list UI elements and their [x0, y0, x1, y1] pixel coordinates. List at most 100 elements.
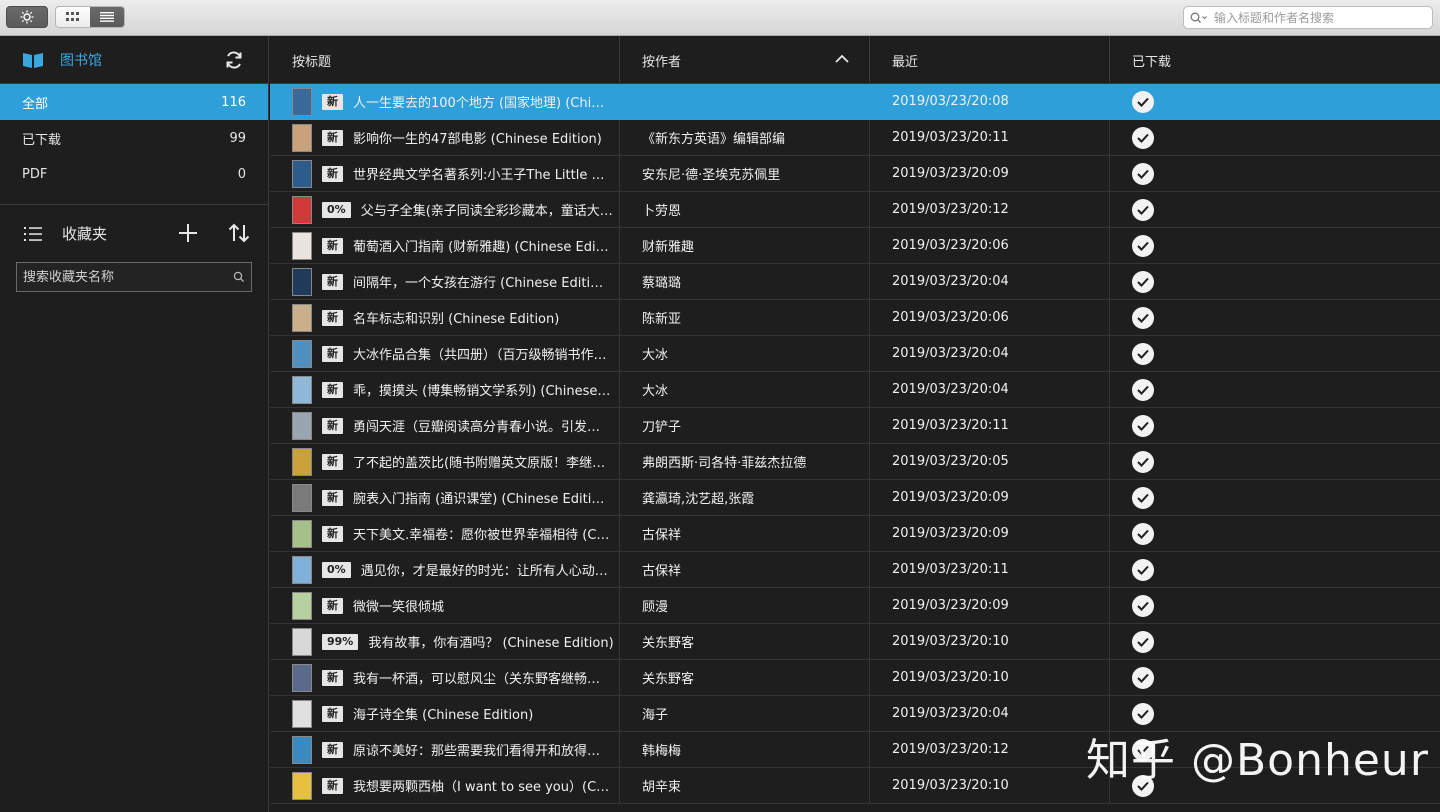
table-row[interactable]: 新人一生要去的100个地方 (国家地理) (Chinese Edition) 20… [270, 83, 1440, 120]
book-cover [292, 519, 312, 548]
title-cell: 0% 父与子全集(亲子同读全彩珍藏本，童话大王郑渊洁推荐) [270, 191, 620, 228]
book-icon [23, 52, 43, 68]
book-cover [292, 771, 312, 800]
recent-cell: 2019/03/23/20:08 [870, 83, 1110, 120]
book-title: 天下美文.幸福卷：愿你被世界幸福相待 (Chinese Edition) [353, 528, 611, 543]
book-title: 勇闯天涯（豆瓣阅读高分青春小说。引发热议） [353, 420, 611, 435]
sort-by-recent-header[interactable]: 最近 [870, 36, 1110, 84]
grid-view-button[interactable] [56, 7, 90, 27]
downloaded-cell [1110, 228, 1440, 264]
title-cell: 新乖，摸摸头 (博集畅销文学系列) (Chinese Edition) [270, 371, 620, 408]
add-collection-button[interactable] [178, 223, 198, 247]
table-row[interactable]: 0% 父与子全集(亲子同读全彩珍藏本，童话大王郑渊洁推荐) 卜劳恩 2019/03/2… [270, 191, 1440, 228]
table-row[interactable]: 新天下美文.幸福卷：愿你被世界幸福相待 (Chinese Edition) 古保祥… [270, 515, 1440, 552]
book-date: 2019/03/23/20:11 [892, 562, 1009, 577]
book-cover [292, 231, 312, 260]
author-cell: 《新东方英语》编辑部编 [620, 119, 870, 156]
book-author: 龚瀛琦,沈艺超,张霞 [642, 492, 755, 507]
downloaded-check-icon [1132, 198, 1154, 221]
book-cover [292, 159, 312, 188]
book-date: 2019/03/23/20:11 [892, 418, 1009, 433]
title-cell: 新人一生要去的100个地方 (国家地理) (Chinese Edition) [270, 83, 620, 120]
sidebar-item-pdf[interactable]: PDF 0 [0, 156, 268, 192]
book-title: 我想要两颗西柚（I want to see you）(Chinese Editi… [353, 780, 611, 795]
sort-by-author-header[interactable]: 按作者 [620, 36, 870, 84]
collections-title: 收藏夹 [62, 225, 108, 243]
downloaded-cell [1110, 300, 1440, 336]
downloaded-cell [1110, 192, 1440, 228]
refresh-icon [226, 51, 242, 69]
downloaded-cell [1110, 588, 1440, 624]
list-icon [24, 226, 42, 241]
author-cell: 顾漫 [620, 587, 870, 624]
status-badge: 新 [322, 129, 343, 146]
book-date: 2019/03/23/20:04 [892, 274, 1009, 289]
search-icon [1190, 12, 1207, 23]
sort-collections-button[interactable] [228, 223, 250, 247]
sidebar: 图书馆 全部 116 已下载 99 PDF 0 收藏夹 [0, 36, 269, 812]
author-cell: 弗朗西斯·司各特·菲兹杰拉德 [620, 443, 870, 480]
downloaded-check-icon [1132, 702, 1154, 725]
book-author: 胡辛束 [642, 780, 682, 795]
list-view-button[interactable] [90, 7, 124, 27]
book-title: 微微一笑很倾城 [353, 600, 445, 615]
book-title: 乖，摸摸头 (博集畅销文学系列) (Chinese Edition) [353, 384, 611, 399]
book-title: 海子诗全集 (Chinese Edition) [353, 708, 534, 723]
sidebar-item-downloaded[interactable]: 已下载 99 [0, 120, 268, 156]
table-row[interactable]: 新我有一杯酒，可以慰风尘（关东野客继畅销书新作） 关东野客 2019/03/23/2… [270, 659, 1440, 696]
book-cover [292, 591, 312, 620]
recent-cell: 2019/03/23/20:11 [870, 407, 1110, 444]
book-cover [292, 663, 312, 692]
table-row[interactable]: 新葡萄酒入门指南 (财新雅趣) (Chinese Edition) 财新雅趣 201… [270, 227, 1440, 264]
table-row[interactable]: 新世界经典文学名著系列:小王子The Little Prince 安东尼·德·圣埃… [270, 155, 1440, 192]
downloaded-check-icon [1132, 486, 1154, 509]
status-badge: 新 [322, 273, 343, 290]
downloaded-cell [1110, 624, 1440, 660]
collection-search [16, 262, 252, 292]
collection-search-input[interactable] [23, 269, 233, 285]
table-row[interactable]: 新勇闯天涯（豆瓣阅读高分青春小说。引发热议） 刀铲子 2019/03/23/20:1… [270, 407, 1440, 444]
book-date: 2019/03/23/20:09 [892, 166, 1009, 181]
sort-by-title-header[interactable]: 按标题 [270, 36, 620, 84]
list-icon [100, 12, 114, 22]
book-cover [292, 627, 312, 656]
library-title[interactable]: 图书馆 [60, 50, 102, 70]
sync-button[interactable] [224, 50, 244, 74]
table-row[interactable]: 新影响你一生的47部电影 (Chinese Edition) 《新东方英语》编辑部… [270, 119, 1440, 156]
table-row[interactable]: 新腕表入门指南 (通识课堂) (Chinese Edition) 龚瀛琦,沈艺超,… [270, 479, 1440, 516]
recent-cell: 2019/03/23/20:04 [870, 695, 1110, 732]
downloaded-check-icon [1132, 90, 1154, 113]
author-cell: 关东野客 [620, 623, 870, 660]
table-row[interactable]: 新了不起的盖茨比(随书附赠英文原版！李继宏译) 弗朗西斯·司各特·菲兹杰拉德 201… [270, 443, 1440, 480]
recent-cell: 2019/03/23/20:06 [870, 299, 1110, 336]
author-cell: 大冰 [620, 371, 870, 408]
brightness-button[interactable] [6, 6, 48, 28]
book-title: 原谅不美好：那些需要我们看得开和放得下的事 [353, 744, 611, 759]
book-date: 2019/03/23/20:10 [892, 778, 1009, 793]
table-row[interactable]: 新大冰作品合集（共四册）（百万级畅销书作家） 大冰 2019/03/23/20:04 [270, 335, 1440, 372]
book-date: 2019/03/23/20:12 [892, 742, 1009, 757]
table-row[interactable]: 99% 我有故事，你有酒吗？ (Chinese Edition) 关东野客 2019/… [270, 623, 1440, 660]
downloaded-cell [1110, 444, 1440, 480]
table-row[interactable]: 0% 遇见你，才是最好的时光：让所有人心动的美文 古保祥 2019/03/23/20:… [270, 551, 1440, 588]
title-cell: 新影响你一生的47部电影 (Chinese Edition) [270, 119, 620, 156]
downloaded-header[interactable]: 已下载 [1110, 36, 1440, 84]
table-row[interactable]: 新微微一笑很倾城 顾漫 2019/03/23/20:09 [270, 587, 1440, 624]
author-cell: 韩梅梅 [620, 731, 870, 768]
table-row[interactable]: 新乖，摸摸头 (博集畅销文学系列) (Chinese Edition) 大冰 201… [270, 371, 1440, 408]
downloaded-check-icon [1132, 414, 1154, 437]
book-title: 名车标志和识别 (Chinese Edition) [353, 312, 560, 327]
book-date: 2019/03/23/20:10 [892, 634, 1009, 649]
book-author: 韩梅梅 [642, 744, 682, 759]
table-row[interactable]: 新名车标志和识别 (Chinese Edition) 陈新亚 2019/03/23/… [270, 299, 1440, 336]
status-badge: 新 [322, 345, 343, 362]
title-cell: 0% 遇见你，才是最好的时光：让所有人心动的美文 [270, 551, 620, 588]
downloaded-cell [1110, 660, 1440, 696]
library-search-input[interactable] [1214, 10, 1424, 25]
book-title: 腕表入门指南 (通识课堂) (Chinese Edition) [353, 492, 611, 507]
book-title: 我有故事，你有酒吗？ (Chinese Edition) [368, 636, 614, 651]
book-cover [292, 339, 312, 368]
table-row[interactable]: 新间隔年，一个女孩在游行 (Chinese Edition) 蔡璐璐 2019/03… [270, 263, 1440, 300]
book-author: 安东尼·德·圣埃克苏佩里 [642, 168, 781, 183]
sidebar-item-all[interactable]: 全部 116 [0, 84, 268, 120]
